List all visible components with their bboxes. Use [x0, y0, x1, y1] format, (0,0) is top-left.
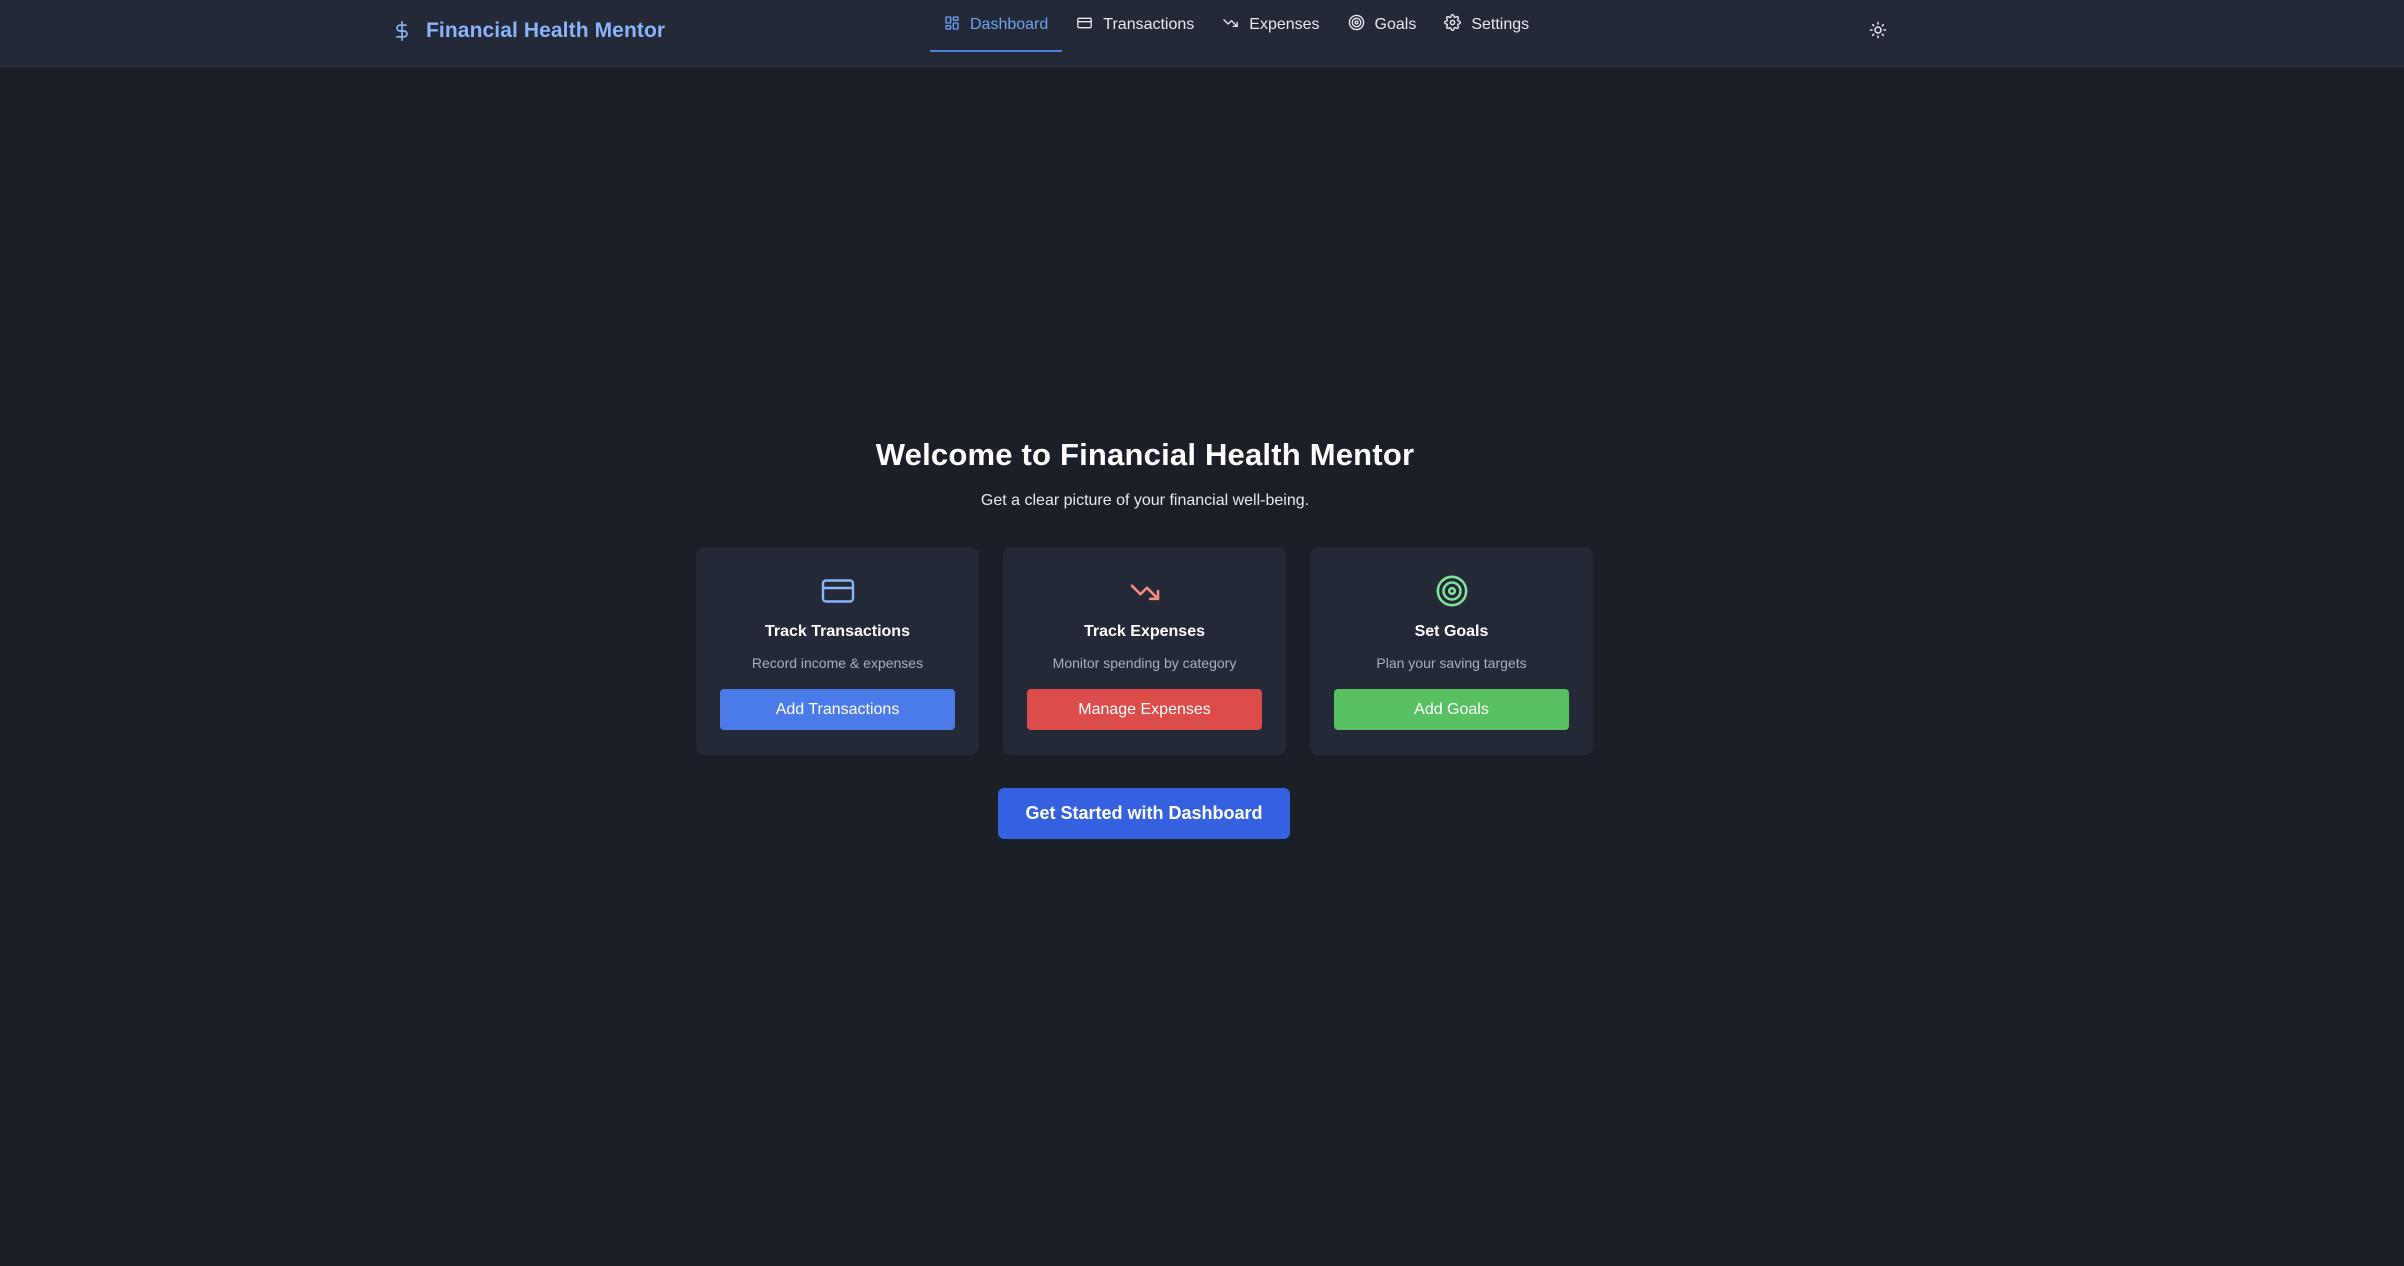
nav-label-expenses: Expenses — [1249, 16, 1320, 33]
credit-card-icon — [820, 574, 856, 608]
add-goals-button[interactable]: Add Goals — [1334, 689, 1569, 730]
card-track-transactions: Track Transactions Record income & expen… — [696, 547, 979, 755]
card-title: Set Goals — [1414, 623, 1489, 640]
card-description: Record income & expenses — [751, 655, 924, 671]
gear-icon — [1444, 14, 1462, 36]
nav-label-goals: Goals — [1374, 16, 1417, 33]
theme-toggle-button[interactable] — [1864, 18, 1892, 46]
dashboard-icon — [944, 15, 960, 36]
get-started-button[interactable]: Get Started with Dashboard — [998, 788, 1290, 839]
feature-cards: Track Transactions Record income & expen… — [696, 547, 1593, 755]
nav-item-settings[interactable]: Settings — [1430, 0, 1543, 52]
nav-label-transactions: Transactions — [1103, 16, 1195, 33]
welcome-hero: Welcome to Financial Health Mentor Get a… — [0, 437, 2290, 510]
card-title: Track Expenses — [1084, 623, 1205, 640]
card-icon — [1076, 15, 1093, 36]
brand-logo[interactable]: Financial Health Mentor — [392, 14, 665, 48]
manage-expenses-button[interactable]: Manage Expenses — [1027, 689, 1262, 730]
target-icon — [1348, 14, 1365, 36]
sun-icon — [1869, 21, 1887, 44]
target-icon — [1434, 574, 1470, 608]
dollar-icon — [392, 17, 414, 45]
nav-item-transactions[interactable]: Transactions — [1062, 0, 1208, 52]
nav-label-settings: Settings — [1471, 16, 1530, 33]
card-title: Track Transactions — [765, 623, 910, 640]
brand-name: Financial Health Mentor — [426, 19, 666, 42]
main-nav: Dashboard Transactions Expenses Goals Se… — [930, 0, 1543, 67]
nav-label-dashboard: Dashboard — [970, 16, 1049, 33]
nav-item-expenses[interactable]: Expenses — [1208, 0, 1333, 52]
page-subtitle: Get a clear picture of your financial we… — [980, 492, 1310, 509]
trending-down-icon — [1127, 574, 1163, 608]
card-description: Monitor spending by category — [1052, 655, 1237, 671]
card-set-goals: Set Goals Plan your saving targets Add G… — [1310, 547, 1593, 755]
nav-item-dashboard[interactable]: Dashboard — [930, 0, 1063, 52]
card-description: Plan your saving targets — [1376, 655, 1527, 671]
trending-down-icon — [1222, 15, 1239, 36]
nav-item-goals[interactable]: Goals — [1334, 0, 1431, 52]
add-transactions-button[interactable]: Add Transactions — [720, 689, 955, 730]
top-navbar: Financial Health Mentor Dashboard Transa… — [0, 0, 2404, 67]
page-title: Welcome to Financial Health Mentor — [875, 437, 1415, 472]
card-track-expenses: Track Expenses Monitor spending by categ… — [1003, 547, 1286, 755]
